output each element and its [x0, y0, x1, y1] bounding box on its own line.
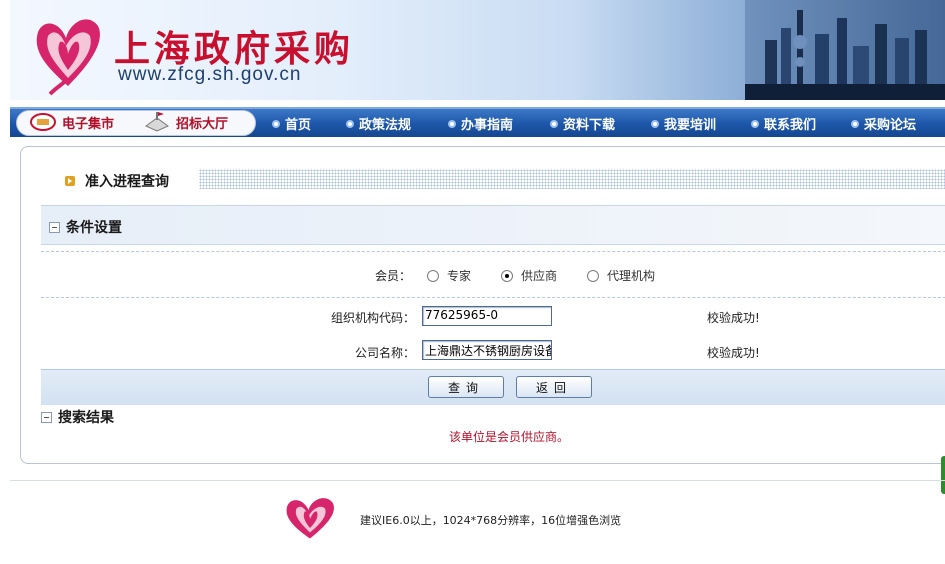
back-button[interactable]: 返回 — [516, 376, 592, 398]
nav-item-downloads[interactable]: 资料下载 — [550, 114, 615, 133]
site-url: www.zfcg.sh.gov.cn — [118, 64, 302, 85]
nav-item-label: 联系我们 — [764, 118, 817, 133]
city-skyline-icon — [745, 0, 945, 100]
org-code-label: 组织机构代码： — [330, 311, 415, 325]
radio-agency-label: 代理机构 — [607, 269, 656, 283]
nav-item-contact[interactable]: 联系我们 — [751, 114, 816, 133]
radio-button[interactable] — [427, 269, 439, 282]
results-section-title[interactable]: 搜索结果 — [41, 407, 114, 427]
nav-item-guide[interactable]: 办事指南 — [448, 114, 513, 133]
nav-item-bidding-hall-label: 招标大厅 — [176, 116, 229, 132]
radio-button[interactable] — [587, 269, 600, 282]
nav-item-label: 办事指南 — [461, 118, 514, 133]
footer-logo-icon — [286, 498, 334, 539]
government-procurement-logo-icon — [36, 19, 100, 96]
side-tab[interactable] — [941, 456, 945, 494]
header-banner: 上海政府采购 www.zfcg.sh.gov.cn — [10, 0, 945, 100]
nav-item-label: 我要培训 — [664, 118, 717, 133]
radio-supplier-label: 供应商 — [521, 269, 558, 283]
nav-item-label: 资料下载 — [563, 118, 616, 133]
radio-agency[interactable]: 代理机构 — [587, 267, 655, 284]
nav-item-home[interactable]: 首页 — [272, 114, 311, 133]
arrow-right-icon — [65, 176, 75, 186]
result-message: 该单位是会员供应商。 — [449, 430, 570, 444]
footer-note: 建议IE6.0以上，1024*768分辨率，16位增强色浏览 — [360, 514, 622, 527]
member-radio-group: 专家 供应商 代理机构 — [427, 267, 685, 284]
nav-bullet-icon — [751, 119, 759, 128]
nav-item-mall[interactable]: 电子集市 — [30, 111, 114, 133]
radio-expert[interactable]: 专家 — [427, 267, 471, 284]
bidding-hall-icon — [145, 112, 169, 132]
nav-item-label: 首页 — [285, 118, 312, 133]
collapse-icon[interactable] — [49, 221, 60, 233]
org-code-input[interactable]: 77625965-0 — [422, 306, 552, 326]
nav-item-policies[interactable]: 政策法规 — [346, 114, 411, 133]
org-code-status: 校验成功! — [707, 311, 760, 325]
results-title-label: 搜索结果 — [58, 410, 114, 426]
nav-bullet-icon — [851, 119, 859, 128]
nav-item-forum[interactable]: 采购论坛 — [851, 114, 916, 133]
decorative-dotted-band — [199, 169, 945, 189]
query-button[interactable]: 查询 — [428, 376, 504, 398]
nav-item-training[interactable]: 我要培训 — [651, 114, 716, 133]
nav-item-label: 政策法规 — [359, 118, 412, 133]
page-title: 准入进程查询 — [85, 174, 169, 190]
nav-bullet-icon — [272, 119, 280, 128]
collapse-icon[interactable] — [41, 411, 52, 423]
nav-item-bidding-hall[interactable]: 招标大厅 — [144, 111, 228, 133]
member-label: 会员： — [374, 269, 411, 283]
company-name-input[interactable]: 上海鼎达不锈钢厨房设备 — [422, 340, 552, 360]
divider — [41, 297, 945, 298]
nav-bullet-icon — [448, 119, 456, 128]
radio-expert-label: 专家 — [447, 269, 472, 283]
nav-bullet-icon — [651, 119, 659, 128]
conditions-section-bar: 条件设置 — [41, 205, 945, 245]
company-name-status: 校验成功! — [707, 346, 760, 360]
main-nav: 电子集市 招标大厅 首页 政策法规 办事指南 资料下载 我要培训 联系我们 采购… — [10, 107, 945, 137]
query-panel: 准入进程查询 条件设置 会员： 专家 供应商 代理机构 组织机构代码： 7762… — [20, 146, 945, 464]
radio-supplier[interactable]: 供应商 — [501, 267, 557, 284]
nav-item-label: 采购论坛 — [864, 118, 917, 133]
nav-bullet-icon — [346, 119, 354, 128]
company-name-label: 公司名称： — [354, 346, 415, 360]
nav-item-mall-label: 电子集市 — [62, 116, 115, 132]
conditions-title-label: 条件设置 — [66, 220, 122, 236]
conditions-section-title[interactable]: 条件设置 — [49, 217, 122, 237]
page-heading: 准入进程查询 — [65, 171, 169, 191]
radio-button-checked[interactable] — [501, 269, 514, 282]
button-bar: 查询 返回 — [41, 369, 945, 405]
divider — [41, 251, 945, 252]
nav-bullet-icon — [550, 119, 558, 128]
footer-divider — [10, 480, 945, 481]
mall-icon — [30, 113, 56, 131]
